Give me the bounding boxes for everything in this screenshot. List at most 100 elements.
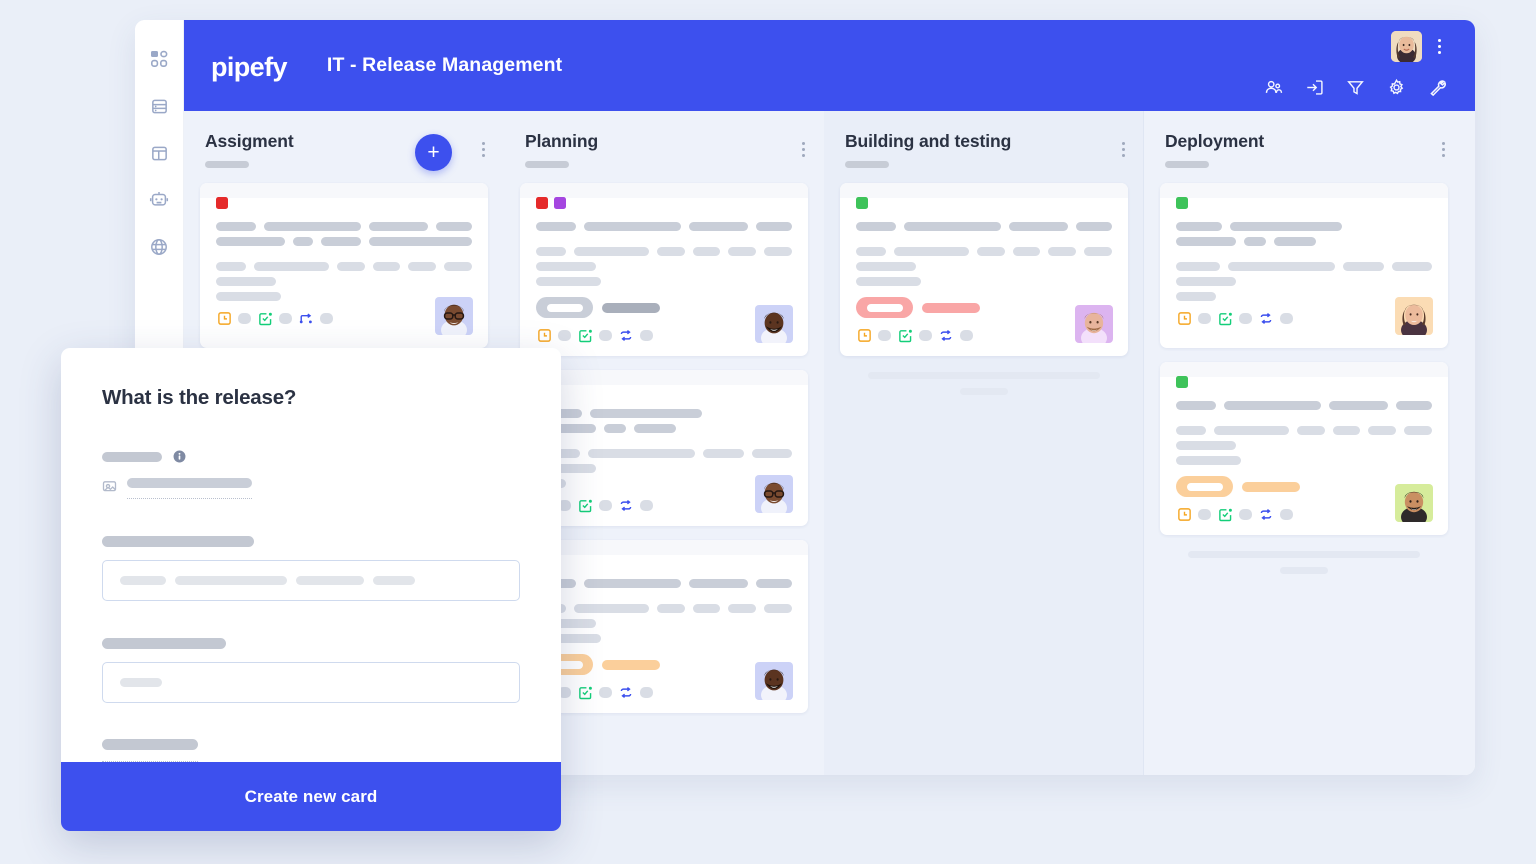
card-due-badge: [536, 297, 792, 318]
topbar-tools: [1264, 78, 1447, 97]
card-avatar: [1395, 297, 1433, 335]
card[interactable]: [520, 370, 808, 526]
label-chip: [536, 197, 548, 209]
card-footer-value: [1198, 312, 1211, 324]
card-footer-value: [640, 499, 653, 511]
card-footer-icons: [216, 310, 472, 326]
column-more-options[interactable]: [796, 139, 810, 159]
column-more-options[interactable]: [1116, 139, 1130, 159]
card-due-badge: [856, 297, 1112, 318]
card[interactable]: [1160, 362, 1448, 535]
field-label-row: [102, 450, 520, 463]
attachment-row[interactable]: [102, 478, 520, 499]
label-chip: [1176, 376, 1188, 388]
card-avatar: [1395, 484, 1433, 522]
card-due-badge: [1176, 476, 1432, 497]
globe-icon[interactable]: [147, 235, 171, 259]
checklist-box-icon: [577, 684, 593, 700]
card-due-badge: [536, 654, 792, 675]
card-avatar: [755, 475, 793, 513]
info-icon[interactable]: [173, 450, 186, 463]
card-footer-icons: [536, 497, 792, 513]
column-count-skeleton: [1165, 161, 1209, 168]
card-footer-icons: [1176, 310, 1432, 326]
checklist-box-icon: [1217, 506, 1233, 522]
card-labels: [1176, 376, 1432, 388]
column-header: Building and testing: [824, 125, 1144, 183]
card[interactable]: [840, 183, 1128, 356]
checklist-box-icon: [577, 497, 593, 513]
card-footer-value: [320, 312, 333, 324]
field-one-input[interactable]: [102, 560, 520, 601]
add-card-button[interactable]: +: [415, 134, 452, 171]
user-avatar[interactable]: [1391, 31, 1422, 62]
repeat-icon: [618, 327, 634, 343]
footer-link-skeleton: [102, 739, 198, 750]
clock-box-icon: [536, 327, 552, 343]
import-icon[interactable]: [1305, 78, 1324, 97]
column-more-options[interactable]: [1436, 139, 1450, 159]
card-top-strip: [520, 540, 808, 555]
column-ghost-skeleton: [840, 372, 1128, 395]
database-icon[interactable]: [147, 94, 171, 118]
column-header: Planning: [504, 125, 824, 183]
gear-icon[interactable]: [1387, 78, 1406, 97]
topbar-more-options[interactable]: [1431, 36, 1447, 56]
screen: pipefy IT - Release Management Assigment…: [0, 0, 1536, 864]
card-labels: [536, 554, 792, 566]
field-two-input[interactable]: [102, 662, 520, 703]
card[interactable]: [1160, 183, 1448, 348]
card-top-strip: [840, 183, 1128, 198]
card-footer-icons: [856, 327, 1112, 343]
field-one-label-skeleton: [102, 536, 254, 547]
card-footer-value: [1239, 508, 1252, 520]
repeat-icon: [1258, 310, 1274, 326]
dashboard-grid-icon[interactable]: [147, 47, 171, 71]
robot-icon[interactable]: [147, 188, 171, 212]
card-footer-value: [558, 329, 571, 341]
card-footer-value: [640, 686, 653, 698]
flow-connector-icon: [298, 310, 314, 326]
card-avatar: [755, 662, 793, 700]
card-footer-value: [960, 329, 973, 341]
card-footer-value: [1239, 312, 1252, 324]
card-footer-icons: [536, 684, 792, 700]
card[interactable]: [520, 540, 808, 713]
checklist-box-icon: [257, 310, 273, 326]
column-header: Deployment: [1144, 125, 1464, 183]
card-labels: [536, 197, 792, 209]
create-new-card-button[interactable]: Create new card: [61, 762, 561, 831]
card-labels: [856, 197, 1112, 209]
repeat-icon: [938, 327, 954, 343]
card-labels: [536, 384, 792, 396]
card-footer-value: [599, 499, 612, 511]
card-top-strip: [1160, 362, 1448, 377]
card-top-strip: [520, 370, 808, 385]
board-column-building-and-testing: Building and testing: [824, 111, 1144, 775]
modal-title: What is the release?: [102, 386, 297, 409]
column-cards: [1144, 183, 1464, 574]
column-more-options[interactable]: [476, 139, 490, 159]
page-title: IT - Release Management: [326, 54, 563, 76]
pipefy-logo[interactable]: pipefy: [211, 54, 288, 81]
card-footer-value: [1198, 508, 1211, 520]
top-bar: pipefy IT - Release Management: [184, 20, 1475, 111]
card-footer-value: [599, 329, 612, 341]
card[interactable]: [520, 183, 808, 356]
card[interactable]: [200, 183, 488, 348]
column-header: Assigment +: [184, 125, 504, 183]
layout-icon[interactable]: [147, 141, 171, 165]
members-icon[interactable]: [1264, 78, 1283, 97]
card-top-strip: [1160, 183, 1448, 198]
modal-field-two: [102, 638, 520, 703]
topbar-right: [1158, 20, 1458, 111]
modal-body: What is the release?: [61, 348, 561, 762]
filter-icon[interactable]: [1346, 78, 1365, 97]
clock-box-icon: [1176, 506, 1192, 522]
image-attachment-icon: [102, 479, 117, 494]
modal-footer-link[interactable]: [102, 739, 198, 762]
column-cards: [184, 183, 504, 348]
wrench-icon[interactable]: [1428, 78, 1447, 97]
card-footer-value: [238, 312, 251, 324]
repeat-icon: [1258, 506, 1274, 522]
